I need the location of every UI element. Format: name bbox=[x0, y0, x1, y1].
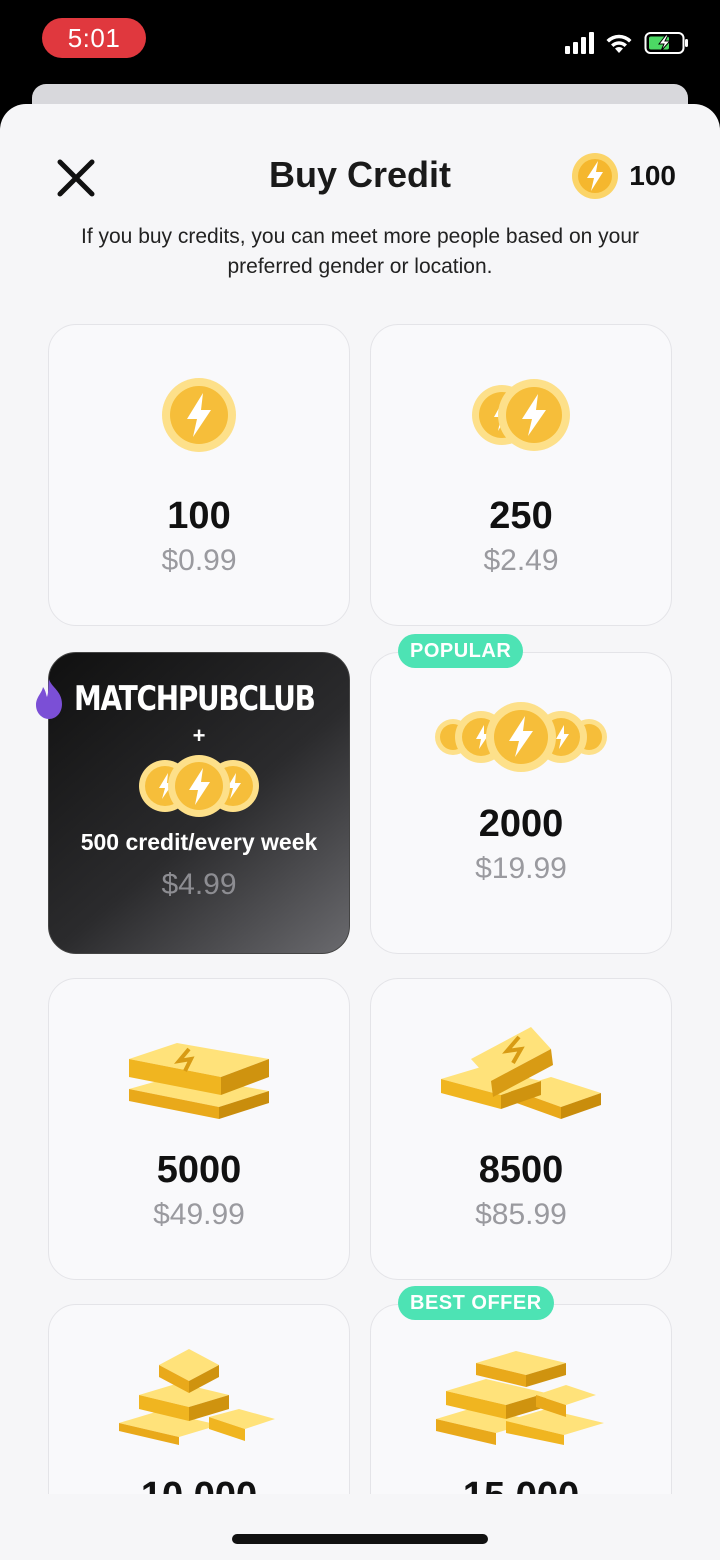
balance-value: 100 bbox=[629, 160, 676, 191]
brand-name: MATCHPUBCLUB bbox=[74, 679, 316, 719]
package-card-2000[interactable]: 2000 $19.99 bbox=[370, 652, 672, 954]
subscription-price: $4.99 bbox=[161, 868, 237, 901]
best-offer-badge: BEST OFFER bbox=[398, 1286, 554, 1320]
battery-charging-icon bbox=[644, 32, 688, 54]
package-price: $2.49 bbox=[483, 544, 559, 577]
flame-icon bbox=[36, 679, 63, 719]
package-card-5000[interactable]: 5000 $49.99 bbox=[48, 978, 350, 1280]
wifi-icon bbox=[606, 34, 632, 53]
package-amount: 5000 bbox=[156, 1149, 242, 1191]
brand-logo: MATCHPUBCLUB bbox=[30, 677, 367, 721]
status-time: 5:01 bbox=[42, 18, 146, 58]
package-card-100[interactable]: 100 $0.99 bbox=[48, 324, 350, 626]
single-coin-icon bbox=[162, 378, 236, 452]
package-card-8500[interactable]: 8500 $85.99 bbox=[370, 978, 672, 1280]
package-amount: 2000 bbox=[478, 803, 564, 845]
package-price: $85.99 bbox=[475, 1198, 567, 1231]
cellular-signal-icon bbox=[565, 32, 594, 54]
credit-balance: 100 bbox=[571, 152, 676, 200]
gold-bars-pile-icon bbox=[436, 1351, 604, 1445]
package-price: $19.99 bbox=[475, 852, 567, 885]
package-price: $49.99 bbox=[153, 1198, 245, 1231]
five-coins-icon bbox=[435, 702, 607, 772]
status-icons bbox=[565, 28, 690, 58]
package-amount: 100 bbox=[167, 495, 231, 537]
status-bar: 5:01 bbox=[0, 0, 720, 84]
subscription-description: 500 credit/every week bbox=[80, 829, 318, 855]
gold-bars-icon bbox=[129, 1043, 269, 1119]
two-coins-icon bbox=[472, 379, 570, 451]
package-price: $0.99 bbox=[161, 544, 237, 577]
package-amount: 250 bbox=[489, 495, 553, 537]
package-card-250[interactable]: 250 $2.49 bbox=[370, 324, 672, 626]
plus-sign: + bbox=[192, 723, 206, 748]
buy-credit-sheet: Buy Credit 100 If you buy credits, you c… bbox=[0, 104, 720, 1560]
subscription-card[interactable]: MATCHPUBCLUB + 500 credit/every week $4.… bbox=[36, 652, 350, 954]
gold-bars-icon bbox=[441, 1027, 601, 1119]
home-indicator[interactable] bbox=[232, 1534, 488, 1544]
subtitle: If you buy credits, you can meet more pe… bbox=[81, 225, 639, 278]
bottom-bar bbox=[0, 1494, 720, 1560]
package-amount: 8500 bbox=[478, 1149, 564, 1191]
three-coins-icon bbox=[139, 755, 259, 817]
popular-badge: POPULAR bbox=[398, 634, 524, 668]
credit-coin-icon bbox=[572, 153, 619, 199]
gold-bars-stack-icon bbox=[119, 1349, 275, 1445]
